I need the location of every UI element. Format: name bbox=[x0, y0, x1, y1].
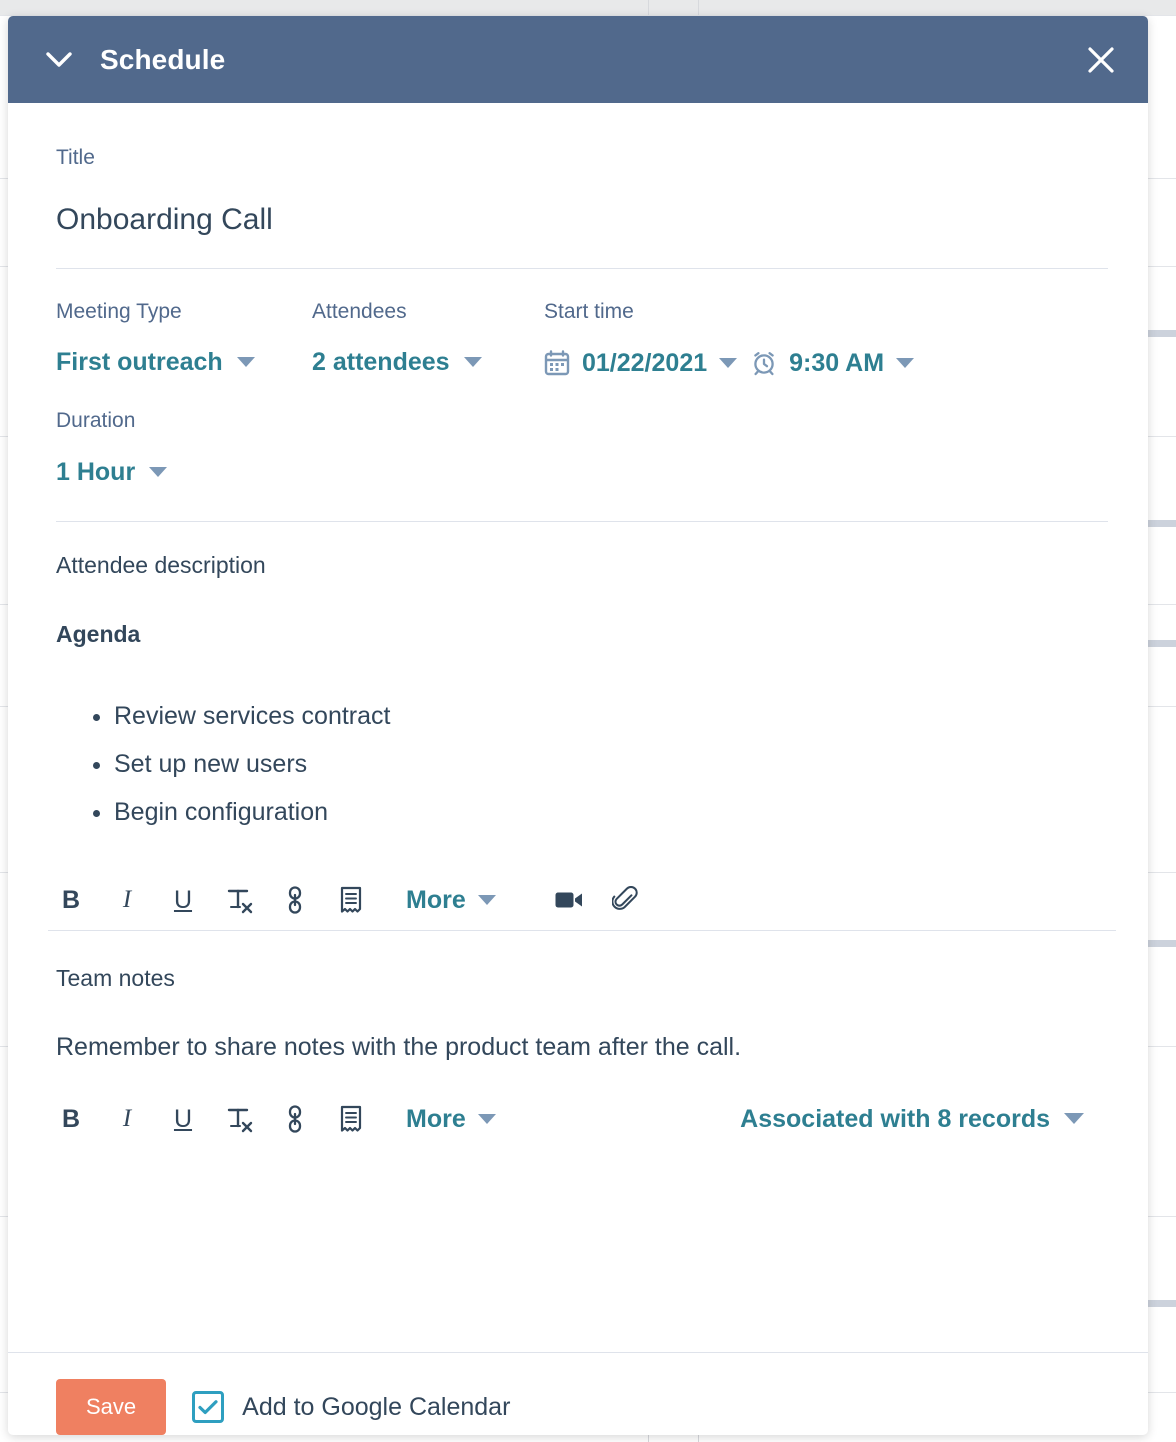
attendee-description-label: Attendee description bbox=[56, 551, 266, 578]
chevron-down-icon[interactable] bbox=[42, 43, 76, 77]
list-item: Begin configuration bbox=[114, 788, 1100, 836]
italic-button[interactable]: I bbox=[112, 884, 142, 916]
attendee-description-section: Attendee description Agenda Review servi… bbox=[8, 522, 1148, 837]
team-notes-input[interactable]: Remember to share notes with the product… bbox=[56, 1031, 1100, 1064]
list-item: Review services contract bbox=[114, 692, 1100, 740]
calendar-icon bbox=[544, 350, 570, 376]
link-icon[interactable] bbox=[280, 1103, 310, 1135]
date-value: 01/22/2021 bbox=[582, 348, 708, 377]
background-topbar bbox=[0, 0, 1176, 15]
description-editor-toolbar: B I U More bbox=[8, 870, 1148, 930]
team-notes-editor-toolbar: B I U More Associated with 8 records bbox=[8, 1089, 1148, 1149]
meeting-type-dropdown[interactable]: First outreach bbox=[56, 350, 255, 375]
meeting-type-field: Meeting Type First outreach bbox=[56, 299, 312, 375]
start-time-controls: 01/22/2021 9:30 AM bbox=[544, 348, 915, 377]
title-input[interactable]: Onboarding Call bbox=[56, 202, 1100, 268]
meeting-details-row-1: Meeting Type First outreach Attendees 2 … bbox=[56, 299, 1100, 376]
start-time-label: Start time bbox=[544, 300, 634, 324]
duration-label: Duration bbox=[56, 409, 136, 433]
duration-dropdown[interactable]: 1 Hour bbox=[56, 457, 168, 486]
bold-button[interactable]: B bbox=[56, 884, 86, 916]
more-formatting-dropdown[interactable]: More bbox=[406, 885, 496, 914]
clear-formatting-icon[interactable] bbox=[224, 884, 254, 916]
snippet-icon[interactable] bbox=[336, 1103, 366, 1135]
bold-button[interactable]: B bbox=[56, 1103, 86, 1135]
time-picker[interactable]: 9:30 AM bbox=[751, 348, 915, 377]
chevron-down-icon bbox=[477, 894, 496, 906]
duration-field: Duration 1 Hour bbox=[56, 408, 312, 484]
close-icon[interactable] bbox=[1080, 39, 1122, 81]
start-time-field: Start time 01/22/2021 9:30 AM bbox=[544, 299, 915, 377]
chevron-down-icon bbox=[477, 1113, 496, 1125]
save-button[interactable]: Save bbox=[56, 1379, 167, 1435]
chevron-down-icon bbox=[719, 357, 738, 369]
date-picker[interactable]: 01/22/2021 bbox=[544, 348, 738, 377]
checkbox-icon[interactable] bbox=[192, 1391, 225, 1423]
underline-button[interactable]: U bbox=[168, 884, 198, 916]
underline-button[interactable]: U bbox=[168, 1103, 198, 1135]
attendees-label: Attendees bbox=[312, 300, 407, 324]
associated-records-label: Associated with 8 records bbox=[740, 1104, 1050, 1133]
associated-records-dropdown[interactable]: Associated with 8 records bbox=[740, 1104, 1100, 1133]
duration-value: 1 Hour bbox=[56, 457, 136, 486]
team-notes-label: Team notes bbox=[56, 965, 175, 992]
attendees-field: Attendees 2 attendees bbox=[312, 299, 544, 375]
chevron-down-icon bbox=[1064, 1113, 1084, 1125]
schedule-modal: Schedule Title Onboarding Call Meeting T… bbox=[8, 16, 1148, 1435]
meeting-details-section: Meeting Type First outreach Attendees 2 … bbox=[8, 269, 1148, 520]
add-to-google-calendar-toggle[interactable]: Add to Google Calendar bbox=[192, 1391, 510, 1423]
title-label: Title bbox=[56, 146, 95, 169]
title-section: Title Onboarding Call bbox=[8, 103, 1148, 268]
more-label: More bbox=[406, 1104, 466, 1133]
time-value: 9:30 AM bbox=[789, 348, 885, 377]
clear-formatting-icon[interactable] bbox=[224, 1103, 254, 1135]
meeting-type-label: Meeting Type bbox=[56, 300, 182, 324]
list-item: Set up new users bbox=[114, 740, 1100, 788]
attendees-value: 2 attendees bbox=[312, 348, 450, 377]
agenda-list[interactable]: Review services contract Set up new user… bbox=[56, 692, 1100, 836]
meeting-details-row-2: Duration 1 Hour bbox=[56, 408, 1100, 484]
alarm-clock-icon bbox=[751, 350, 777, 376]
modal-footer: Save Add to Google Calendar bbox=[8, 1353, 1148, 1435]
chevron-down-icon bbox=[463, 357, 482, 368]
chevron-down-icon bbox=[896, 357, 915, 369]
italic-button[interactable]: I bbox=[112, 1103, 142, 1135]
link-icon[interactable] bbox=[280, 884, 310, 916]
more-label: More bbox=[406, 885, 466, 914]
modal-header: Schedule bbox=[8, 16, 1148, 103]
add-to-google-calendar-label: Add to Google Calendar bbox=[242, 1392, 511, 1421]
chevron-down-icon bbox=[236, 357, 255, 368]
attendees-dropdown[interactable]: 2 attendees bbox=[312, 350, 482, 375]
meeting-type-value: First outreach bbox=[56, 348, 223, 377]
more-formatting-dropdown[interactable]: More bbox=[406, 1104, 496, 1133]
chevron-down-icon bbox=[149, 466, 168, 478]
modal-title: Schedule bbox=[100, 43, 226, 75]
modal-body: Title Onboarding Call Meeting Type First… bbox=[8, 103, 1148, 1352]
team-notes-section: Team notes Remember to share notes with … bbox=[8, 931, 1148, 1063]
paperclip-icon[interactable] bbox=[610, 884, 640, 916]
video-camera-icon[interactable] bbox=[554, 884, 584, 916]
snippet-icon[interactable] bbox=[336, 884, 366, 916]
agenda-heading: Agenda bbox=[56, 621, 141, 648]
